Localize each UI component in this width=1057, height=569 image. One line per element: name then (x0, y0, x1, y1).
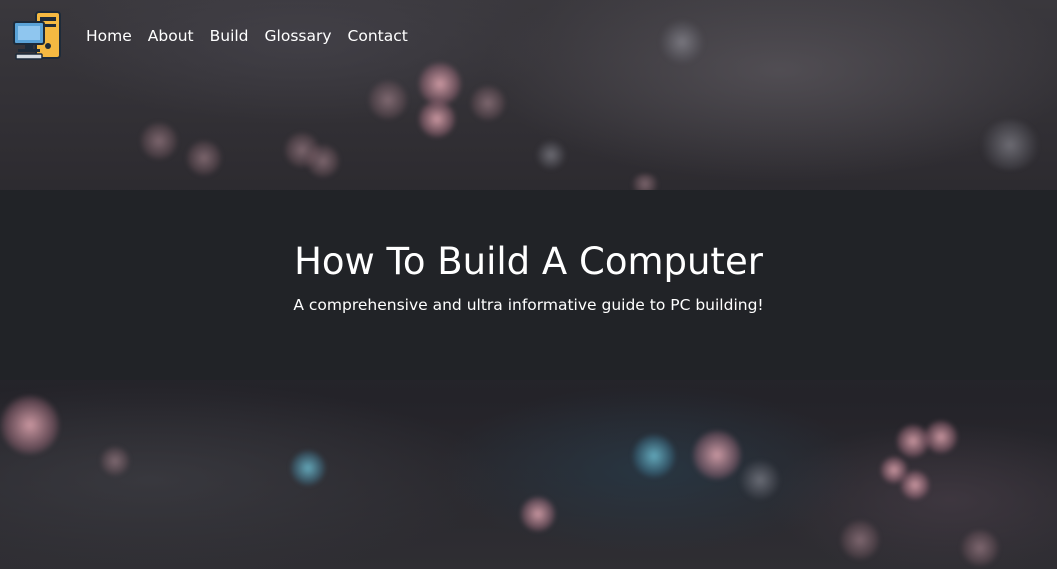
top-navbar: Home About Build Glossary Contact (0, 0, 1057, 72)
nav-link-glossary[interactable]: Glossary (265, 25, 332, 47)
nav-link-contact[interactable]: Contact (348, 25, 408, 47)
nav-link-home[interactable]: Home (86, 25, 132, 47)
hero-title: How To Build A Computer (294, 240, 763, 283)
computer-logo-icon[interactable] (12, 10, 64, 62)
hero-banner: How To Build A Computer A comprehensive … (0, 190, 1057, 380)
nav-link-build[interactable]: Build (210, 25, 249, 47)
nav-links: Home About Build Glossary Contact (86, 25, 424, 47)
hero-subtitle: A comprehensive and ultra informative gu… (293, 296, 764, 314)
nav-link-about[interactable]: About (148, 25, 194, 47)
